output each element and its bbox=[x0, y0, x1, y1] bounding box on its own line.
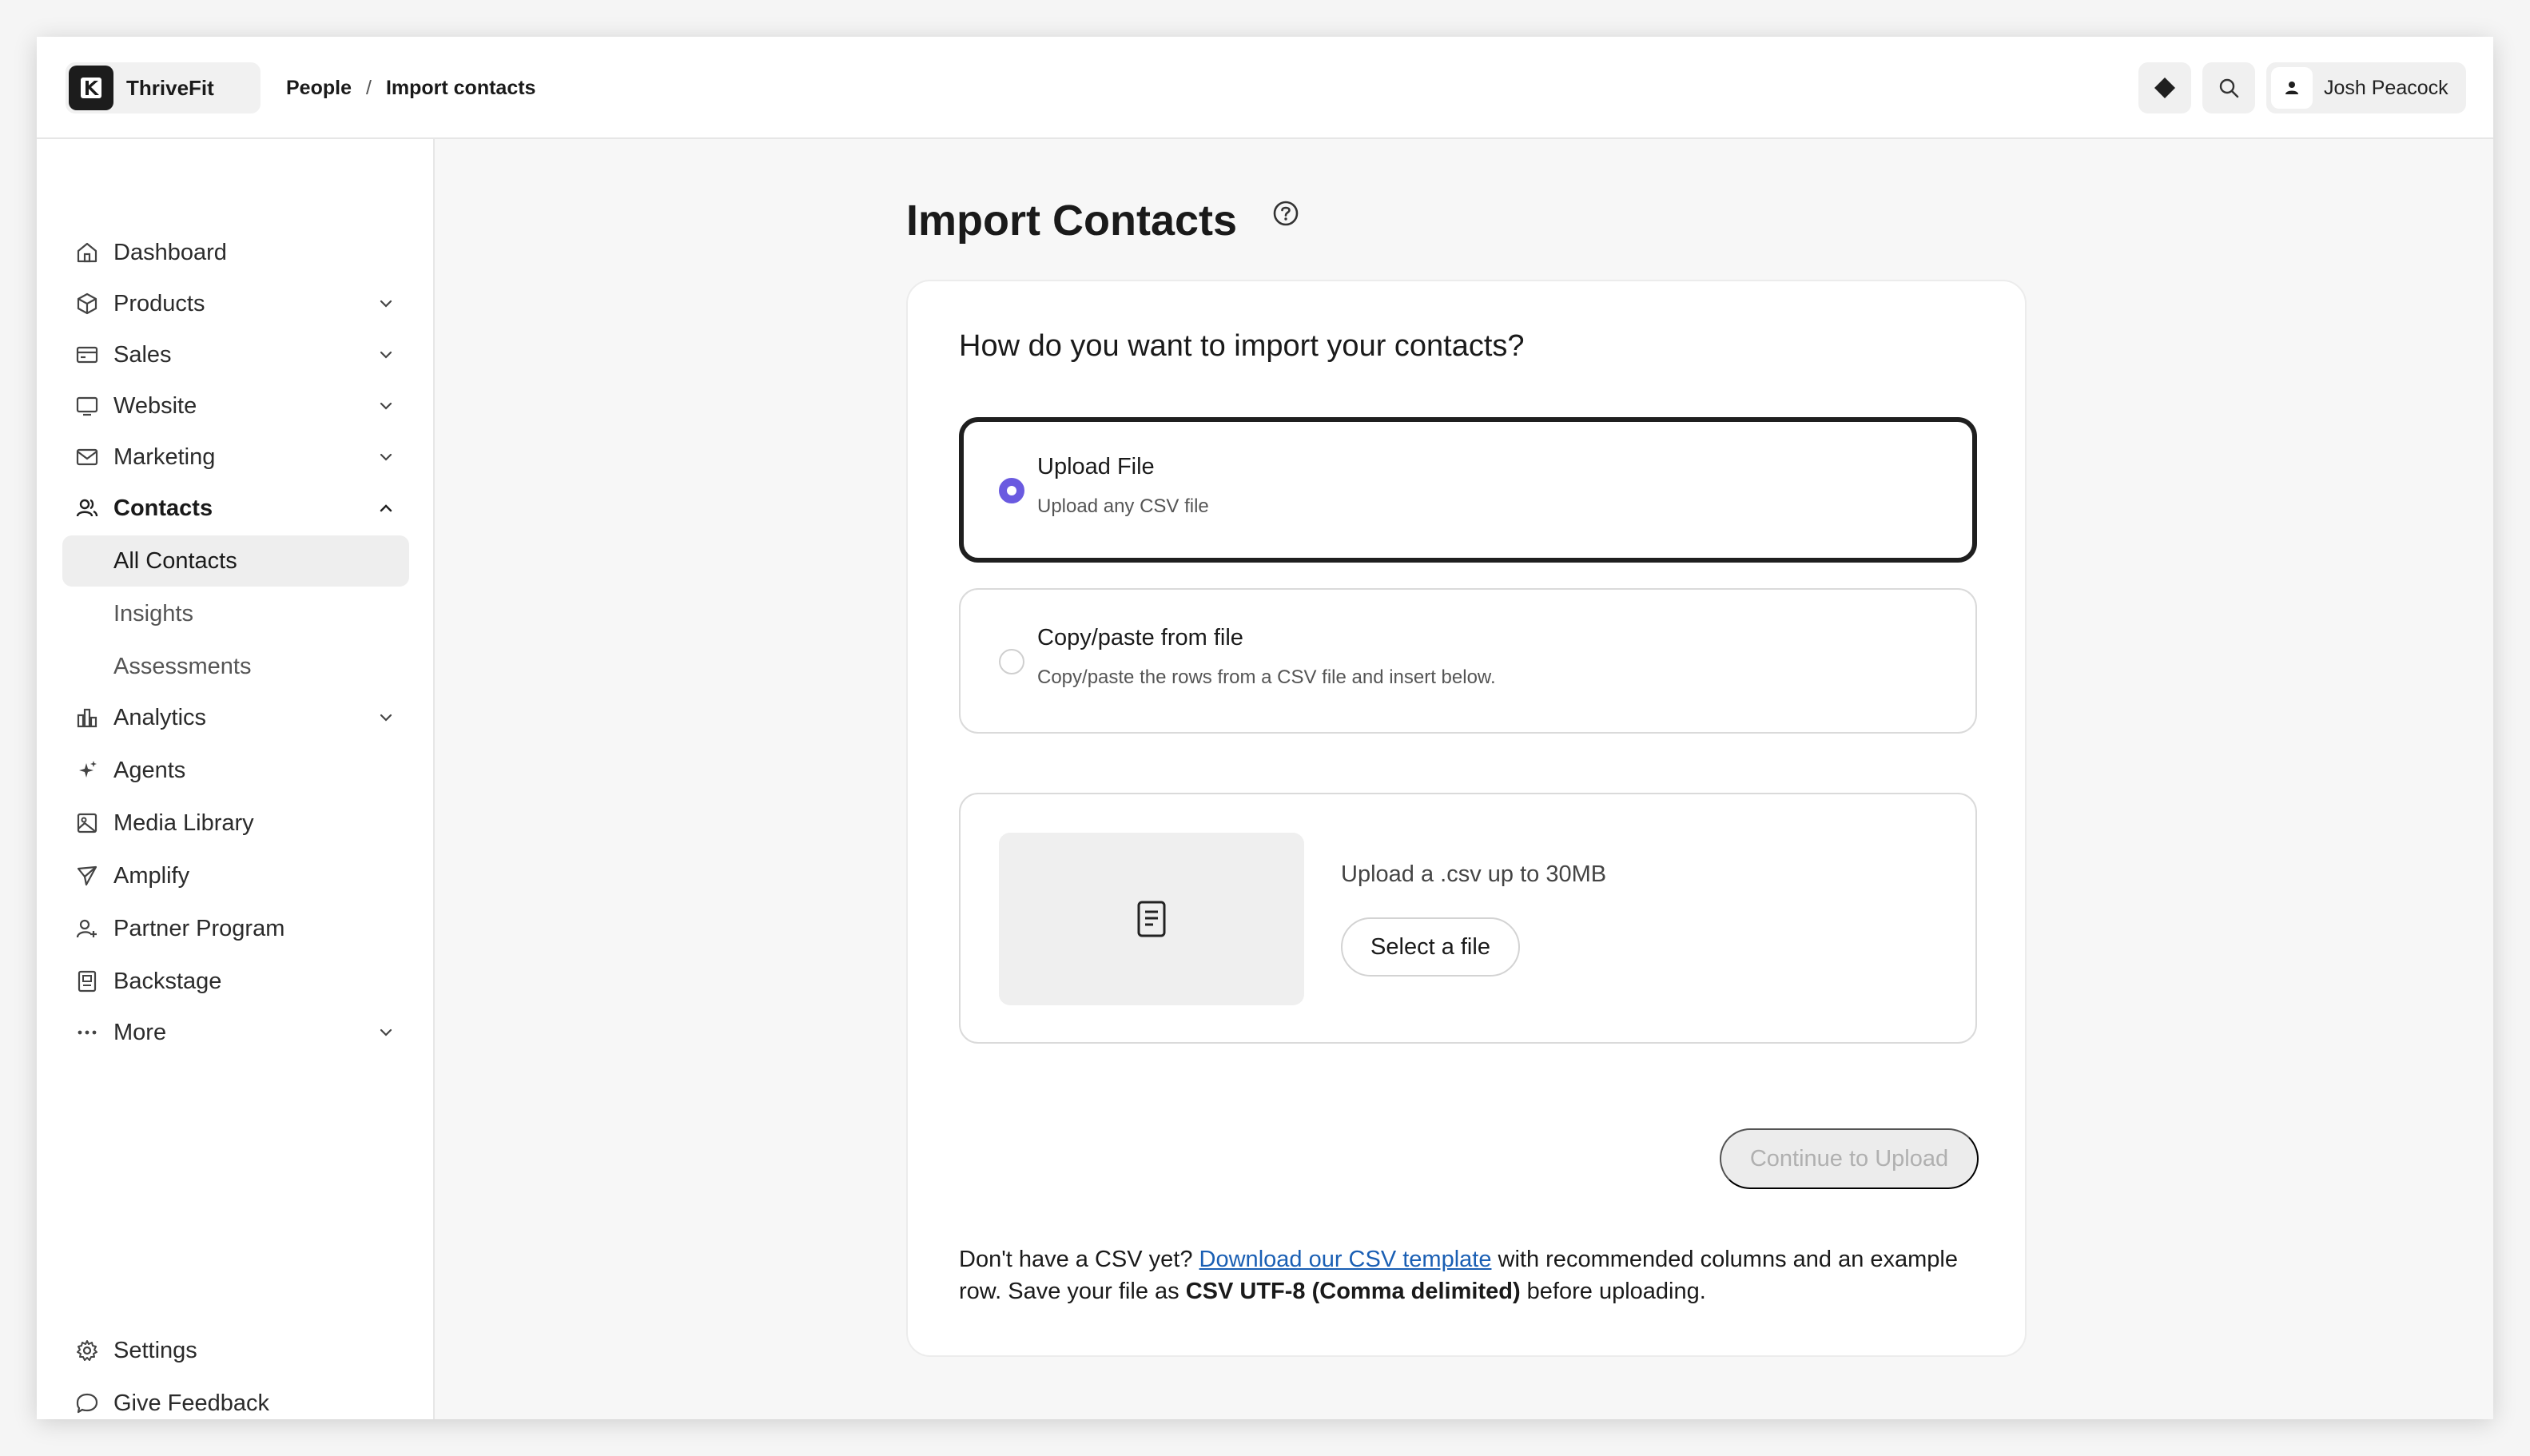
badge-icon bbox=[75, 969, 99, 993]
sidebar-item-agents[interactable]: Agents bbox=[62, 745, 409, 796]
mail-icon bbox=[75, 445, 99, 469]
send-icon bbox=[75, 864, 99, 888]
monitor-icon bbox=[75, 394, 99, 418]
users-icon bbox=[75, 496, 99, 520]
diamond-button[interactable] bbox=[2138, 62, 2191, 113]
sidebar-item-label: Products bbox=[113, 290, 205, 316]
sidebar-item-give-feedback[interactable]: Give Feedback bbox=[62, 1378, 409, 1419]
home-icon bbox=[75, 241, 99, 265]
option-description: Upload any CSV file bbox=[1037, 495, 1209, 517]
sidebar-item-more[interactable]: More bbox=[62, 1007, 409, 1058]
sidebar-item-label: More bbox=[113, 1019, 167, 1045]
chevron-down-icon[interactable] bbox=[374, 445, 398, 469]
select-file-button[interactable]: Select a file bbox=[1341, 917, 1520, 977]
breadcrumb: People / Import contacts bbox=[286, 74, 535, 102]
sidebar-item-sales[interactable]: Sales bbox=[62, 329, 409, 380]
sidebar-subitem-insights[interactable]: Insights bbox=[62, 588, 409, 639]
sidebar-item-marketing[interactable]: Marketing bbox=[62, 432, 409, 483]
sidebar-item-label: Media Library bbox=[113, 810, 254, 836]
chevron-down-icon[interactable] bbox=[374, 343, 398, 367]
sidebar-item-dashboard[interactable]: Dashboard bbox=[62, 227, 409, 278]
sidebar-item-label: Contacts bbox=[113, 495, 213, 521]
option-title: Copy/paste from file bbox=[1037, 625, 1243, 650]
avatar bbox=[2271, 67, 2313, 109]
sidebar-item-label: Agents bbox=[113, 757, 186, 783]
chevron-down-icon[interactable] bbox=[374, 292, 398, 316]
sidebar-item-website[interactable]: Website bbox=[62, 380, 409, 432]
image-icon bbox=[75, 811, 99, 835]
sidebar-item-label: Amplify bbox=[113, 862, 190, 889]
radio-copy-paste[interactable] bbox=[999, 649, 1024, 674]
download-template-link[interactable]: Download our CSV template bbox=[1199, 1247, 1492, 1272]
import-card: How do you want to import your contacts?… bbox=[906, 280, 2027, 1357]
app-name: ThriveFit bbox=[126, 75, 214, 100]
sidebar-item-label: Website bbox=[113, 392, 197, 419]
credit-card-icon bbox=[75, 343, 99, 367]
search-button[interactable] bbox=[2202, 62, 2255, 113]
box-icon bbox=[75, 292, 99, 316]
user-name: Josh Peacock bbox=[2324, 76, 2448, 99]
thrivefit-logo-icon bbox=[69, 66, 113, 110]
top-bar: ThriveFit People / Import contacts Josh … bbox=[37, 37, 2493, 139]
option-copy-paste[interactable]: Copy/paste from file Copy/paste the rows… bbox=[959, 588, 1977, 734]
option-description: Copy/paste the rows from a CSV file and … bbox=[1037, 666, 1496, 688]
sidebar-item-label: Backstage bbox=[113, 968, 222, 994]
chat-icon bbox=[75, 1391, 99, 1415]
user-plus-icon bbox=[75, 917, 99, 941]
chevron-down-icon[interactable] bbox=[374, 1020, 398, 1044]
sidebar-item-analytics[interactable]: Analytics bbox=[62, 692, 409, 743]
gear-icon bbox=[75, 1339, 99, 1363]
upload-dropzone[interactable]: Upload a .csv up to 30MB Select a file bbox=[959, 793, 1977, 1044]
help-icon[interactable] bbox=[1272, 200, 1299, 227]
workspace-switcher[interactable]: ThriveFit bbox=[66, 62, 261, 113]
app-window: ThriveFit People / Import contacts Josh … bbox=[37, 37, 2493, 1419]
sparkle-icon bbox=[75, 758, 99, 782]
sidebar-item-label: Partner Program bbox=[113, 915, 285, 941]
help-prefix: Don't have a CSV yet? bbox=[959, 1247, 1199, 1272]
page-title: Import Contacts bbox=[906, 197, 1238, 245]
sidebar-item-label: Analytics bbox=[113, 704, 207, 730]
sidebar-item-partner-program[interactable]: Partner Program bbox=[62, 903, 409, 954]
chevron-up-icon[interactable] bbox=[374, 496, 398, 520]
sidebar-item-amplify[interactable]: Amplify bbox=[62, 850, 409, 901]
chevron-down-icon[interactable] bbox=[374, 706, 398, 730]
breadcrumb-people-link[interactable]: People bbox=[286, 77, 352, 100]
option-upload-file[interactable]: Upload File Upload any CSV file bbox=[959, 417, 1977, 563]
sidebar-item-settings[interactable]: Settings bbox=[62, 1325, 409, 1376]
sidebar-subitem-all-contacts[interactable]: All Contacts bbox=[62, 535, 409, 587]
continue-to-upload-button[interactable]: Continue to Upload bbox=[1720, 1128, 1979, 1189]
file-preview bbox=[999, 833, 1304, 1005]
sidebar-item-label: Sales bbox=[113, 341, 172, 368]
sidebar-subitem-assessments[interactable]: Assessments bbox=[62, 641, 409, 692]
sidebar-item-products[interactable]: Products bbox=[62, 278, 409, 329]
upload-hint: Upload a .csv up to 30MB bbox=[1341, 861, 1607, 887]
sidebar-item-contacts[interactable]: Contacts bbox=[62, 483, 409, 534]
sidebar-item-label: Marketing bbox=[113, 444, 216, 470]
sidebar-item-label: Dashboard bbox=[113, 239, 227, 265]
diamond-icon bbox=[2153, 76, 2177, 100]
sidebar-item-media-library[interactable]: Media Library bbox=[62, 798, 409, 849]
breadcrumb-separator: / bbox=[365, 76, 372, 99]
sidebar: Dashboard Products Sales Website Marketi… bbox=[37, 139, 435, 1419]
search-icon bbox=[2218, 77, 2240, 99]
sidebar-item-label: Give Feedback bbox=[113, 1390, 270, 1416]
header-actions: Josh Peacock bbox=[2138, 62, 2466, 113]
import-question: How do you want to import your contacts? bbox=[959, 329, 1525, 363]
sidebar-item-label: Settings bbox=[113, 1337, 197, 1363]
chevron-down-icon[interactable] bbox=[374, 394, 398, 418]
sidebar-item-backstage[interactable]: Backstage bbox=[62, 956, 409, 1007]
csv-help-text: Don't have a CSV yet? Download our CSV t… bbox=[959, 1243, 1982, 1307]
bar-chart-icon bbox=[75, 706, 99, 730]
dots-icon bbox=[75, 1020, 99, 1044]
option-title: Upload File bbox=[1037, 454, 1155, 479]
csv-format-name: CSV UTF-8 (Comma delimited) bbox=[1185, 1279, 1521, 1304]
file-icon bbox=[1136, 900, 1168, 938]
radio-upload-file[interactable] bbox=[999, 478, 1024, 503]
breadcrumb-current: Import contacts bbox=[385, 76, 536, 99]
user-icon bbox=[2284, 80, 2300, 96]
user-menu-button[interactable]: Josh Peacock bbox=[2266, 62, 2466, 113]
help-suffix: before uploading. bbox=[1520, 1279, 1706, 1304]
